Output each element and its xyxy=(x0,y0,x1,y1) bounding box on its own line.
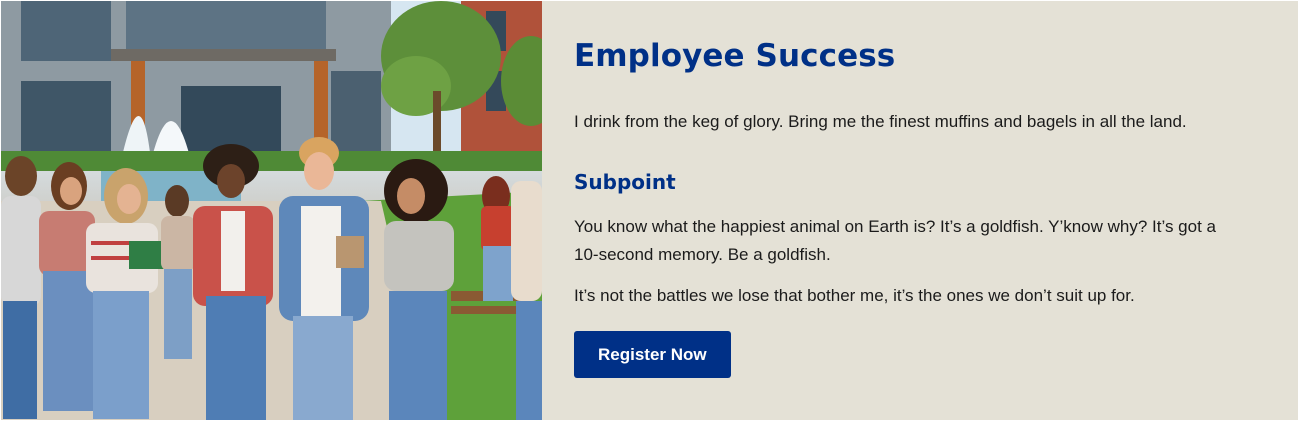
content-panel: Employee Success I drink from the keg of… xyxy=(542,1,1298,420)
body-paragraph: You know what the happiest animal on Ear… xyxy=(574,217,1216,264)
lead-paragraph: I drink from the keg of glory. Bring me … xyxy=(574,112,1187,131)
register-now-button[interactable]: Register Now xyxy=(574,331,731,378)
section-title: Employee Success xyxy=(574,38,896,74)
body-paragraph: It’s not the battles we lose that bother… xyxy=(574,286,1135,305)
campus-students-image xyxy=(1,1,542,420)
subpoint-heading: Subpoint xyxy=(574,170,676,194)
campus-scene-illustration xyxy=(1,1,542,420)
feature-card: Employee Success I drink from the keg of… xyxy=(1,1,1298,420)
